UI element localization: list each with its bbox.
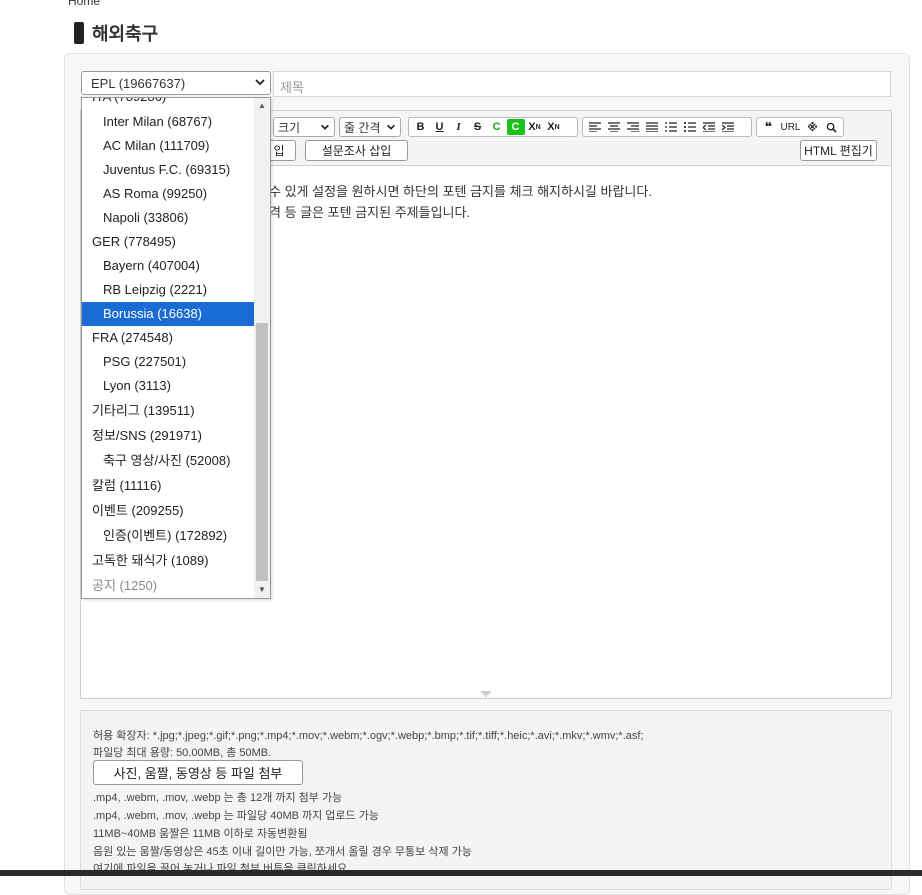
dropdown-option[interactable]: 칼럼 (11116) [82,474,254,498]
chevron-down-icon [321,124,329,130]
subject-input[interactable]: 제목 [273,71,891,97]
scroll-up-arrow-icon[interactable]: ▲ [258,101,266,110]
font-size-label: 크기 [278,120,301,135]
subscript-label: X [547,121,555,133]
poll-insert-button[interactable]: 설문조사 삽입 [305,140,408,161]
page-title-text: 해외축구 [92,24,159,45]
notice-line-2: 격 등 글은 포텐 금지된 주제들입니다. [269,205,471,220]
strike-button[interactable]: S [469,119,487,135]
dropdown-option[interactable]: 이벤트 (209255) [82,499,254,523]
dropdown-option[interactable]: 인증(이벤트) (172892) [82,524,254,548]
align-left-icon[interactable] [586,119,604,135]
attach-note: 음원 있는 움짤/동영상은 45초 이내 길이만 가능, 쪼개서 올릴 경우 무… [93,846,472,858]
subscript-button[interactable]: XN [545,119,563,135]
chevron-down-icon [387,124,395,130]
dropdown-option[interactable]: 고독한 돼식가 (1089) [82,549,254,573]
line-spacing-select[interactable]: 줄 간격 [339,117,401,137]
dropdown-option[interactable]: 기타리그 (139511) [82,399,254,423]
dropdown-option[interactable]: RB Leipzig (2221) [82,278,254,302]
category-select-value: EPL (19667637) [91,75,186,91]
max-file-size: 파일당 최대 용량: 50.00MB, 총 50MB. [93,747,272,759]
dropdown-option[interactable]: FRA (274548) [82,326,254,350]
text-format-group: B U I S C C XN XN [408,117,578,137]
dropdown-option[interactable]: AC Milan (111709) [82,134,254,158]
title-marker [74,22,84,44]
dropdown-option-disabled: 공지 (1250) [92,578,158,593]
underline-button[interactable]: U [431,119,449,135]
attach-note: .mp4, .webm, .mov, .webp 는 파일당 40MB 까지 업… [93,810,379,822]
superscript-label: X [528,121,536,133]
background-color-button[interactable]: C [506,119,525,135]
dropdown-option[interactable]: PSG (227501) [82,350,254,374]
allowed-extensions: 허용 확장자: *.jpg;*.jpeg;*.gif;*.png;*.mp4;*… [93,730,644,742]
attach-note: .mp4, .webm, .mov, .webp 는 총 12개 까지 첨부 가… [93,792,343,804]
url-button[interactable]: URL [779,119,803,135]
quote-icon[interactable]: ❝ [760,119,778,135]
dropdown-option[interactable]: Inter Milan (68767) [82,110,254,134]
dropdown-option-selected[interactable]: Borussia (16638) [82,302,254,326]
resize-handle-icon[interactable] [480,690,492,699]
ordered-list-icon[interactable] [662,119,680,135]
notice-line-1: 수 있게 설정을 원하시면 하단의 포텐 금지를 체크 해지하시길 바랍니다. [269,184,652,199]
category-select[interactable]: EPL (19667637) [81,71,271,95]
page-title: 해외축구 [74,20,158,46]
category-dropdown-list[interactable]: ITA (789286) Inter Milan (68767) AC Mila… [81,97,271,599]
attach-note: 11MB~40MB 움짤은 11MB 이하로 자동변환됨 [93,828,308,840]
dropdown-option[interactable]: AS Roma (99250) [82,182,254,206]
insert-group: ❝ URL ※ [756,117,844,137]
paragraph-format-group [582,117,752,137]
dropdown-option[interactable]: Juventus F.C. (69315) [82,158,254,182]
dropdown-option[interactable]: 정보/SNS (291971) [82,424,254,448]
dropdown-option[interactable]: ITA (789286) [82,98,254,109]
line-spacing-label: 줄 간격 [344,120,381,135]
align-center-icon[interactable] [605,119,623,135]
bottom-bar [0,870,922,876]
breadcrumb[interactable]: Home [68,0,100,8]
outdent-icon[interactable] [700,119,718,135]
search-icon[interactable] [823,119,841,135]
dropdown-option[interactable]: GER (778495) [82,230,254,254]
font-size-select[interactable]: 크기 [273,117,335,137]
dropdown-scrollbar[interactable]: ▲ ▼ [254,98,270,598]
align-justify-icon[interactable] [643,119,661,135]
scrollbar-thumb[interactable] [256,323,268,581]
attach-file-button[interactable]: 사진, 움짤, 동영상 등 파일 첨부 [93,760,303,785]
bold-button[interactable]: B [412,119,430,135]
special-char-icon[interactable]: ※ [804,119,822,135]
chevron-down-icon [254,76,266,91]
dropdown-option[interactable]: 축구 영상/사진 (52008) [82,449,254,473]
dropdown-option[interactable]: Bayern (407004) [82,254,254,278]
html-editor-button[interactable]: HTML 편집기 [800,140,877,161]
font-color-button[interactable]: C [488,119,506,135]
italic-button[interactable]: I [450,119,468,135]
unordered-list-icon[interactable] [681,119,699,135]
superscript-button[interactable]: XN [526,119,544,135]
scroll-down-arrow-icon[interactable]: ▼ [258,585,266,594]
indent-icon[interactable] [719,119,737,135]
dropdown-option[interactable]: Lyon (3113) [82,374,254,398]
align-right-icon[interactable] [624,119,642,135]
dropdown-option[interactable]: Napoli (33806) [82,206,254,230]
